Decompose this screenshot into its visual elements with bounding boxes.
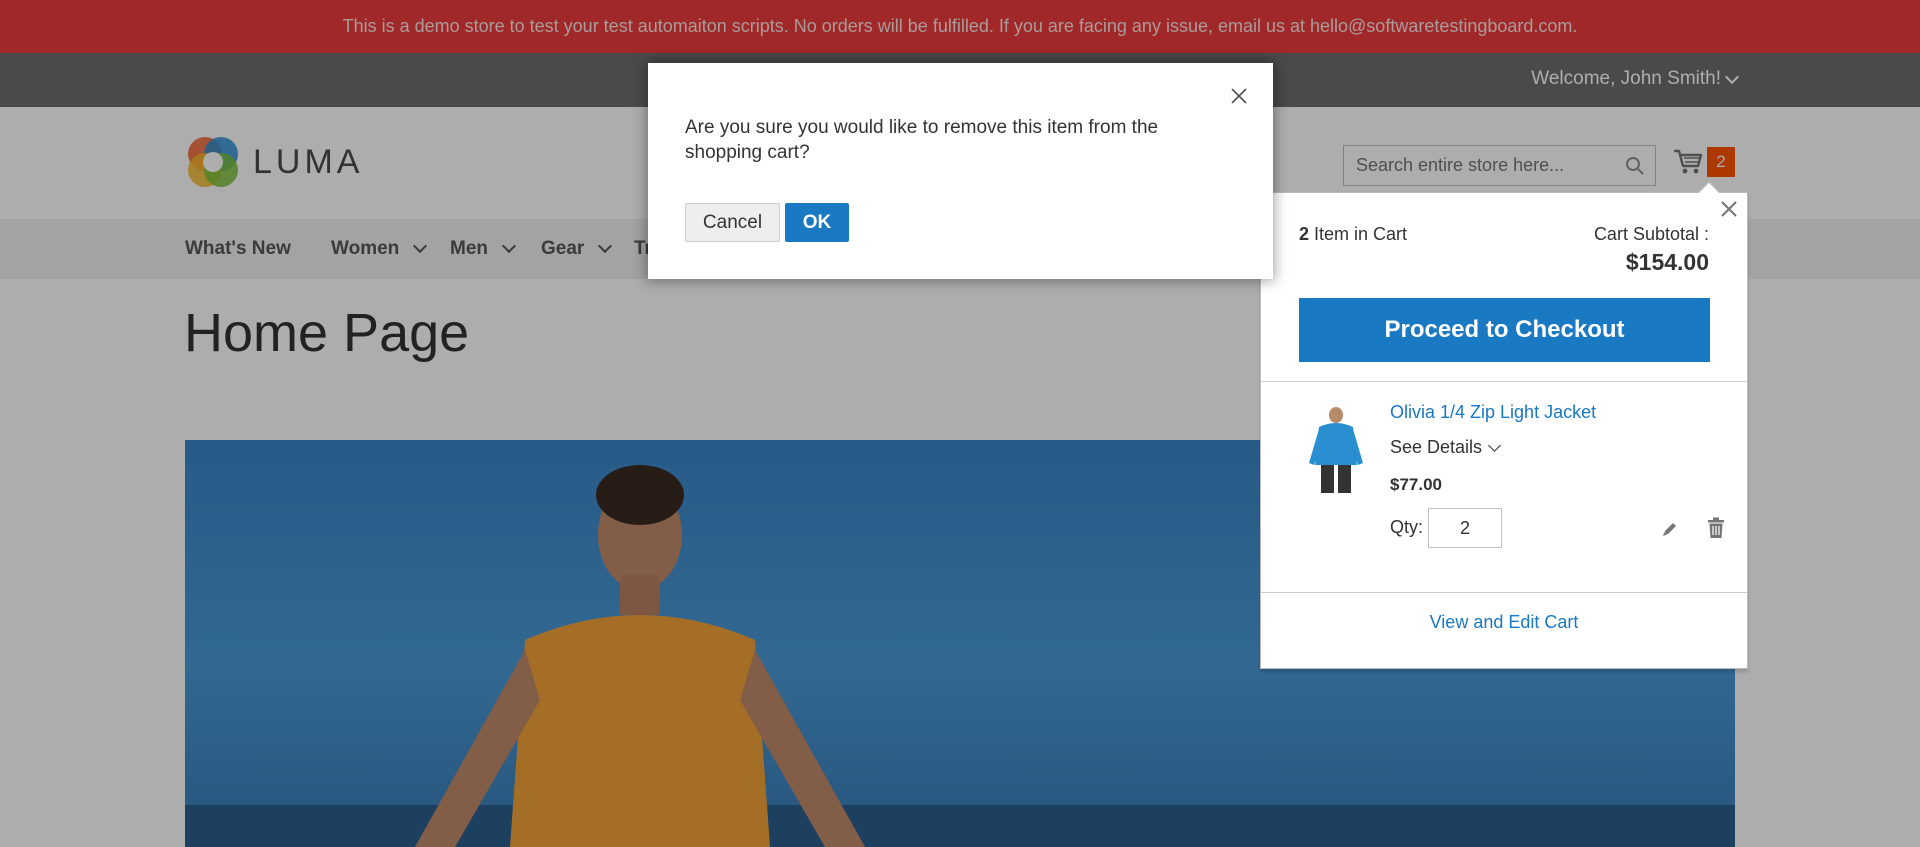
cart-subtotal-value: $154.00 [1625,249,1709,275]
qty-label: Qty: [1390,517,1424,537]
chevron-down-icon [1488,438,1501,452]
product-thumbnail[interactable] [1299,405,1374,495]
cart-items-count: 2 Item in Cart [1299,224,1407,245]
pencil-icon[interactable] [1661,520,1679,538]
cart-items-number: 2 [1299,224,1310,244]
see-details-label: See Details [1390,437,1483,457]
ok-button[interactable]: OK [785,203,849,242]
view-and-edit-cart-link[interactable]: View and Edit Cart [1261,612,1747,633]
remove-item-confirm-modal: Are you sure you would like to remove th… [648,63,1273,279]
cart-items-label: Item in Cart [1314,224,1408,244]
minicart-dropdown: 2 Item in Cart Cart Subtotal : $154.00 P… [1260,181,1748,669]
cancel-button[interactable]: Cancel [685,203,780,242]
trash-icon[interactable] [1707,517,1725,539]
qty-input[interactable] [1428,508,1502,548]
divider [1261,381,1747,382]
close-icon[interactable] [1229,86,1249,106]
product-price: $77.00 [1390,475,1442,494]
product-name-link[interactable]: Olivia 1/4 Zip Light Jacket [1390,402,1596,423]
divider [1261,592,1747,593]
cart-subtotal-label: Cart Subtotal : [1593,224,1709,244]
modal-message: Are you sure you would like to remove th… [685,117,1159,163]
see-details-toggle[interactable]: See Details [1390,437,1501,458]
close-icon[interactable] [1719,199,1739,219]
proceed-to-checkout-button[interactable]: Proceed to Checkout [1299,298,1710,362]
